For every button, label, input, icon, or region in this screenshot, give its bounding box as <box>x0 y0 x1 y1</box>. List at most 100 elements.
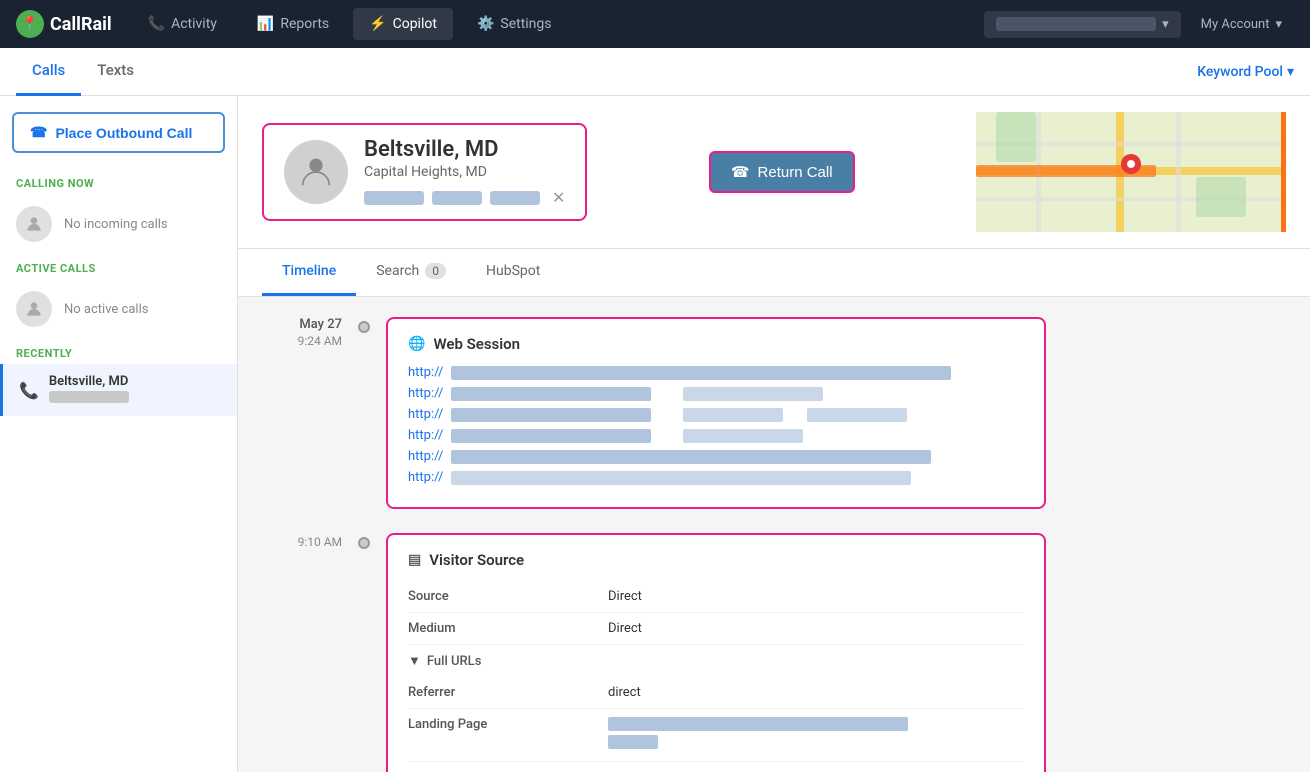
url-row-2: http:// <box>408 386 1024 401</box>
logo[interactable]: 📍 CallRail <box>16 10 112 38</box>
settings-icon: ⚙️ <box>477 16 494 32</box>
landing-blurred-1 <box>608 717 908 731</box>
visitor-source-title: ▤ Visitor Source <box>408 551 1024 569</box>
url-blurred-5 <box>451 450 931 464</box>
url-link-6[interactable]: http:// <box>408 470 443 485</box>
contact-number-blurred-3 <box>490 191 540 205</box>
outbound-call-icon: ☎ <box>30 124 47 141</box>
visitor-source-icon: ▤ <box>408 552 421 568</box>
full-urls-toggle[interactable]: ▼ Full URLs <box>408 645 1024 677</box>
active-avatar <box>16 291 52 327</box>
calling-now-section: CALLING NOW <box>0 169 237 194</box>
web-session-card: 🌐 Web Session http:// http:// <box>386 317 1046 509</box>
place-outbound-call-button[interactable]: ☎ Place Outbound Call <box>12 112 225 153</box>
nav-item-reports[interactable]: 📊 Reports <box>241 8 345 40</box>
nav-label-copilot: Copilot <box>393 16 437 32</box>
source-row-landing: Landing Page <box>408 709 1024 762</box>
source-row-medium: Medium Direct <box>408 613 1024 645</box>
url-link-2[interactable]: http:// <box>408 386 443 401</box>
timeline-tab-bar: Timeline Search 0 HubSpot <box>238 249 1310 297</box>
reports-icon: 📊 <box>257 16 274 32</box>
visitor-source-card: ▤ Visitor Source Source Direct Medium Di… <box>386 533 1046 772</box>
url-link-1[interactable]: http:// <box>408 365 443 380</box>
logo-text: CallRail <box>50 14 112 35</box>
return-call-button[interactable]: ☎ Return Call <box>709 151 855 193</box>
contact-number-row: ✕ <box>364 188 565 207</box>
my-account-label: My Account <box>1201 17 1270 32</box>
tab-calls[interactable]: Calls <box>16 47 81 96</box>
copilot-icon: ⚡ <box>369 16 386 32</box>
nav-item-settings[interactable]: ⚙️ Settings <box>461 8 568 40</box>
search-badge: 0 <box>425 263 446 279</box>
dropdown-icon: ▾ <box>1162 17 1169 32</box>
tab-timeline[interactable]: Timeline <box>262 249 356 296</box>
url-blurred-3b <box>683 408 783 422</box>
url-blurred-2 <box>451 387 651 401</box>
phone-icon: ☎ <box>731 163 750 181</box>
sub-tab-bar: Calls Texts Keyword Pool ▾ <box>0 48 1310 96</box>
contact-number-blurred-1 <box>364 191 424 205</box>
contact-card: Beltsville, MD Capital Heights, MD ✕ <box>262 123 587 221</box>
url-blurred-4b <box>683 429 803 443</box>
timeline-entry-visitor-source: 9:10 AM ▤ Visitor Source Source Direct M… <box>262 533 1286 772</box>
source-row-source: Source Direct <box>408 581 1024 613</box>
url-list: http:// http:// http:// <box>408 365 1024 485</box>
recent-number-blurred <box>49 391 129 403</box>
url-link-5[interactable]: http:// <box>408 449 443 464</box>
url-row-3: http:// <box>408 407 1024 422</box>
nav-label-settings: Settings <box>500 16 551 32</box>
url-blurred-2b <box>683 387 823 401</box>
no-active-calls: No active calls <box>0 279 237 339</box>
nav-item-activity[interactable]: 📞 Activity <box>132 8 233 40</box>
recently-section: RECENTLY <box>0 339 237 364</box>
nav-label-activity: Activity <box>171 16 217 32</box>
web-session-title: 🌐 Web Session <box>408 335 1024 353</box>
url-row-5: http:// <box>408 449 1024 464</box>
keyword-pool-chevron-icon: ▾ <box>1287 64 1294 80</box>
keyword-pool-button[interactable]: Keyword Pool ▾ <box>1197 64 1294 80</box>
nav-item-copilot[interactable]: ⚡ Copilot <box>353 8 453 40</box>
my-account-menu[interactable]: My Account ▾ <box>1189 11 1294 38</box>
account-selector[interactable]: ▾ <box>984 11 1181 38</box>
url-blurred-6 <box>451 471 911 485</box>
main-layout: ☎ Place Outbound Call CALLING NOW No inc… <box>0 96 1310 772</box>
map-preview <box>976 112 1286 232</box>
content-area: Beltsville, MD Capital Heights, MD ✕ ☎ R… <box>238 96 1310 772</box>
recent-call-phone-icon: 📞 <box>19 381 39 400</box>
tab-hubspot[interactable]: HubSpot <box>466 249 560 296</box>
contact-name: Beltsville, MD <box>364 137 565 162</box>
contact-location: Capital Heights, MD <box>364 164 565 180</box>
map-svg <box>976 112 1286 232</box>
timeline-entry-web-session: May 27 9:24 AM 🌐 Web Session http:// <box>262 317 1286 509</box>
contact-header: Beltsville, MD Capital Heights, MD ✕ ☎ R… <box>238 96 1310 249</box>
my-account-chevron-icon: ▾ <box>1275 17 1282 32</box>
tab-texts[interactable]: Texts <box>81 47 150 96</box>
account-selector-text <box>996 17 1156 31</box>
sidebar: ☎ Place Outbound Call CALLING NOW No inc… <box>0 96 238 772</box>
timeline-date-2: 9:10 AM <box>262 533 342 772</box>
active-calls-section: ACTIVE CALLS <box>0 254 237 279</box>
timeline-date-1: May 27 9:24 AM <box>262 317 342 509</box>
recent-call-item[interactable]: 📞 Beltsville, MD <box>0 364 237 416</box>
timeline-dot-1 <box>358 321 370 333</box>
recent-call-info: Beltsville, MD <box>49 374 129 406</box>
url-blurred-3 <box>451 408 651 422</box>
logo-icon: 📍 <box>16 10 44 38</box>
web-session-icon: 🌐 <box>408 336 425 352</box>
url-row-1: http:// <box>408 365 1024 380</box>
contact-info: Beltsville, MD Capital Heights, MD ✕ <box>364 137 565 207</box>
top-navigation: 📍 CallRail 📞 Activity 📊 Reports ⚡ Copilo… <box>0 0 1310 48</box>
url-link-4[interactable]: http:// <box>408 428 443 443</box>
source-row-referrer: Referrer direct <box>408 677 1024 709</box>
landing-page-value <box>608 717 908 753</box>
activity-icon: 📞 <box>148 16 165 32</box>
contact-close-icon[interactable]: ✕ <box>552 188 565 207</box>
incoming-avatar <box>16 206 52 242</box>
tab-search[interactable]: Search 0 <box>356 249 466 296</box>
url-link-3[interactable]: http:// <box>408 407 443 422</box>
no-incoming-calls: No incoming calls <box>0 194 237 254</box>
url-row-4: http:// <box>408 428 1024 443</box>
url-blurred-4 <box>451 429 651 443</box>
timeline-dot-2 <box>358 537 370 549</box>
contact-avatar <box>284 140 348 204</box>
